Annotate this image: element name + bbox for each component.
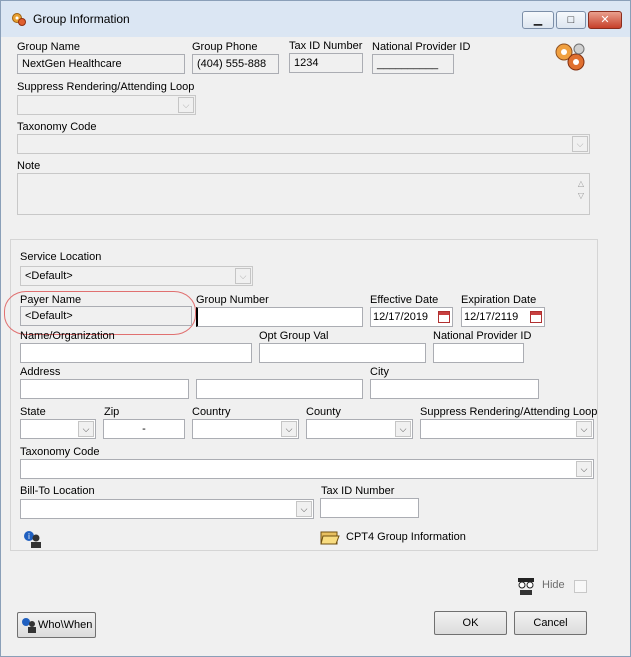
group-name-label: Group Name <box>17 41 80 53</box>
who-when-label: Who\When <box>38 619 93 631</box>
national-provider-id-field[interactable]: __________ <box>372 54 454 74</box>
note-textarea[interactable]: △ ▽ <box>17 173 590 215</box>
taxonomy-code-dropdown[interactable]: ⌵ <box>17 134 590 154</box>
payer-taxonomy-code-label: Taxonomy Code <box>20 446 100 458</box>
settings-gears-icon[interactable] <box>553 41 587 73</box>
title-bar: Group Information ▁ □ ✕ <box>1 1 630 37</box>
city-input[interactable] <box>370 379 539 399</box>
country-dropdown[interactable]: ⌵ <box>192 419 299 439</box>
hide-checkbox[interactable] <box>574 580 587 593</box>
hide-label: Hide <box>542 579 565 591</box>
payer-name-field[interactable]: <Default> <box>20 306 192 326</box>
minimize-button[interactable]: ▁ <box>522 11 554 29</box>
chevron-down-icon: ⌵ <box>296 501 312 517</box>
user-info-icon[interactable]: i <box>23 530 43 548</box>
payer-suppress-rendering-dropdown[interactable]: ⌵ <box>420 419 594 439</box>
payer-taxonomy-code-dropdown[interactable]: ⌵ <box>20 459 594 479</box>
service-location-label: Service Location <box>20 251 102 263</box>
payer-tax-id-input[interactable] <box>320 498 419 518</box>
note-label: Note <box>17 160 41 172</box>
effective-date-picker[interactable]: 12/17/2019 <box>370 307 453 327</box>
county-label: County <box>306 406 341 418</box>
cancel-label: Cancel <box>533 617 568 629</box>
group-information-window: Group Information ▁ □ ✕ Group Name NextG… <box>0 0 631 657</box>
calendar-icon[interactable] <box>438 311 450 323</box>
window-title: Group Information <box>33 12 130 26</box>
zip-input[interactable]: - <box>103 419 185 439</box>
maximize-button[interactable]: □ <box>556 11 586 29</box>
name-organization-input[interactable] <box>20 343 252 363</box>
taxonomy-code-label: Taxonomy Code <box>17 121 97 133</box>
payer-npi-input[interactable] <box>433 343 524 363</box>
zip-label: Zip <box>104 406 120 418</box>
minimize-icon: ▁ <box>533 14 543 26</box>
user-info-icon <box>22 618 36 633</box>
payer-name-label: Payer Name <box>20 294 82 306</box>
opt-group-val-label: Opt Group Val <box>259 330 329 342</box>
expiration-date-label: Expiration Date <box>461 294 537 306</box>
who-when-button[interactable]: Who\When <box>17 612 96 638</box>
country-label: Country <box>192 406 231 418</box>
folder-open-icon[interactable] <box>320 528 340 546</box>
state-dropdown[interactable]: ⌵ <box>20 419 96 439</box>
tax-id-label: Tax ID Number <box>289 40 363 52</box>
ok-label: OK <box>462 617 479 629</box>
close-icon: ✕ <box>600 14 610 26</box>
address-label: Address <box>20 366 61 378</box>
chevron-down-icon: ⌵ <box>235 268 251 284</box>
tax-id-field[interactable]: 1234 <box>289 53 363 73</box>
chevron-down-icon: ⌵ <box>281 421 297 437</box>
chevron-down-icon: ⌵ <box>178 97 194 113</box>
bill-to-location-dropdown[interactable]: ⌵ <box>20 499 314 519</box>
cancel-button[interactable]: Cancel <box>514 611 587 635</box>
effective-date-value: 12/17/2019 <box>373 311 429 323</box>
bill-to-location-label: Bill-To Location <box>20 485 95 497</box>
chevron-down-icon: ⌵ <box>576 461 592 477</box>
group-number-input[interactable] <box>196 307 363 327</box>
city-label: City <box>370 366 389 378</box>
expiration-date-value: 12/17/2119 <box>464 311 519 323</box>
effective-date-label: Effective Date <box>370 294 439 306</box>
group-number-label: Group Number <box>196 294 269 306</box>
payer-npi-label: National Provider ID <box>433 330 532 342</box>
app-icon <box>12 13 26 26</box>
address-line1-input[interactable] <box>20 379 189 399</box>
spy-hide-icon <box>518 578 534 595</box>
svg-text:i: i <box>28 532 30 541</box>
ok-button[interactable]: OK <box>434 611 507 635</box>
service-location-value: <Default> <box>25 270 73 282</box>
suppress-rendering-label: Suppress Rendering/Attending Loop <box>17 81 195 93</box>
cpt4-group-information-link[interactable]: CPT4 Group Information <box>346 531 466 543</box>
address-line2-input[interactable] <box>196 379 363 399</box>
expiration-date-picker[interactable]: 12/17/2119 <box>461 307 545 327</box>
chevron-down-icon: ⌵ <box>572 136 588 152</box>
suppress-rendering-dropdown[interactable]: ⌵ <box>17 95 196 115</box>
name-organization-label: Name/Organization <box>20 330 115 342</box>
chevron-down-icon: ⌵ <box>395 421 411 437</box>
payer-suppress-rendering-label: Suppress Rendering/Attending Loop <box>420 406 598 418</box>
group-name-field[interactable]: NextGen Healthcare <box>17 54 185 74</box>
national-provider-id-label: National Provider ID <box>372 41 471 53</box>
payer-tax-id-label: Tax ID Number <box>321 485 395 497</box>
state-label: State <box>20 406 46 418</box>
group-phone-field[interactable]: (404) 555-888 <box>192 54 279 74</box>
chevron-down-icon: ⌵ <box>576 421 592 437</box>
service-location-dropdown[interactable]: <Default> ⌵ <box>20 266 253 286</box>
close-button[interactable]: ✕ <box>588 11 622 29</box>
scroll-arrows-icon: △ ▽ <box>577 179 585 200</box>
chevron-down-icon: ⌵ <box>78 421 94 437</box>
group-phone-label: Group Phone <box>192 41 258 53</box>
maximize-icon: □ <box>567 14 575 26</box>
county-dropdown[interactable]: ⌵ <box>306 419 413 439</box>
calendar-icon[interactable] <box>530 311 542 323</box>
opt-group-val-input[interactable] <box>259 343 426 363</box>
